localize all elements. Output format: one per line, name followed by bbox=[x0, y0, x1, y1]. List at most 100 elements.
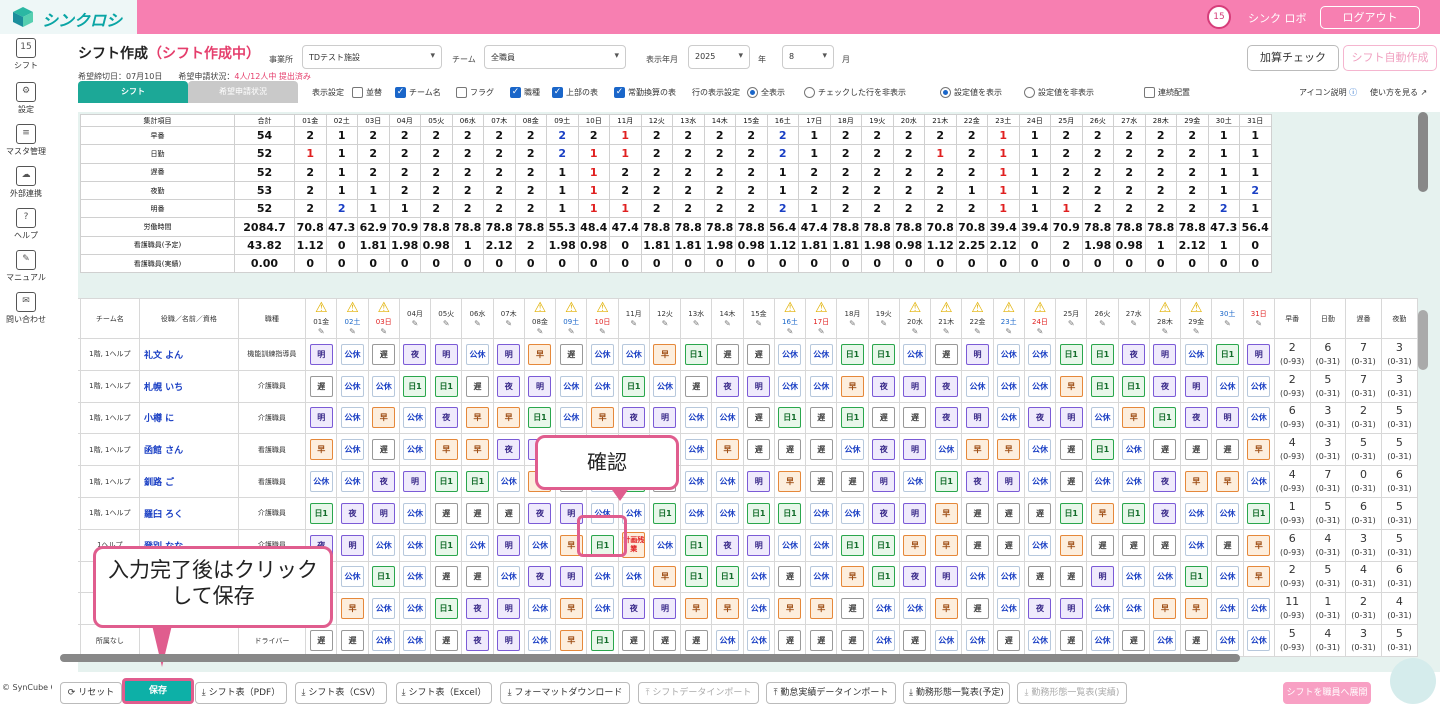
shift-cell[interactable]: 日1 bbox=[398, 369, 432, 403]
shift-cell[interactable]: 公休 bbox=[367, 624, 400, 657]
shift-badge[interactable]: 公休 bbox=[840, 502, 864, 524]
shift-cell[interactable]: 遅 bbox=[930, 338, 963, 371]
shift-cell[interactable]: 早 bbox=[1086, 496, 1119, 530]
shift-badge[interactable]: 遅 bbox=[465, 566, 489, 588]
shift-cell[interactable]: 公休 bbox=[1023, 465, 1057, 498]
shift-cell[interactable]: 早 bbox=[773, 465, 807, 498]
option-1[interactable]: ✓ チーム名 bbox=[395, 87, 441, 98]
warning-icon[interactable]: ⚠ bbox=[307, 301, 336, 316]
warning-icon[interactable]: ⚠ bbox=[557, 301, 586, 316]
shift-cell[interactable]: 公休 bbox=[711, 465, 744, 498]
shift-badge[interactable]: 夜 bbox=[872, 502, 896, 524]
shift-cell[interactable]: 公休 bbox=[992, 560, 1025, 594]
shift-badge[interactable]: 公休 bbox=[1247, 375, 1271, 397]
shift-badge[interactable]: 早 bbox=[372, 407, 396, 429]
shift-badge[interactable]: 公休 bbox=[997, 375, 1021, 397]
shift-badge[interactable]: 公休 bbox=[715, 502, 739, 524]
shift-badge[interactable]: 早 bbox=[840, 375, 864, 397]
pencil-icon[interactable]: ✎ bbox=[869, 319, 898, 328]
shift-cell[interactable]: 公休 bbox=[1117, 433, 1150, 467]
warning-icon[interactable]: ⚠ bbox=[588, 301, 617, 316]
shift-badge[interactable]: 遅 bbox=[1090, 534, 1114, 556]
warning-icon[interactable]: ⚠ bbox=[369, 301, 398, 316]
shift-badge[interactable]: 早 bbox=[840, 566, 864, 588]
shift-cell[interactable]: 夜 bbox=[617, 592, 650, 626]
shift-cell[interactable]: 早 bbox=[773, 592, 807, 626]
option-0[interactable]: 並替 bbox=[352, 87, 382, 98]
shift-badge[interactable]: 夜 bbox=[1153, 502, 1177, 524]
warning-icon[interactable]: ⚠ bbox=[1025, 301, 1054, 316]
shift-cell[interactable]: 遅 bbox=[805, 433, 838, 467]
shift-badge[interactable]: 公休 bbox=[1247, 407, 1271, 429]
shift-cell[interactable]: 遅 bbox=[742, 433, 775, 467]
pencil-icon[interactable]: ✎ bbox=[713, 319, 742, 328]
shift-cell[interactable]: 日1 bbox=[648, 496, 682, 530]
shift-cell[interactable]: 日1 bbox=[930, 465, 963, 498]
shift-cell[interactable]: 公休 bbox=[398, 401, 432, 435]
shift-cell[interactable]: 夜 bbox=[961, 465, 994, 498]
shift-cell[interactable]: 公休 bbox=[648, 528, 682, 562]
shift-cell[interactable]: 日1 bbox=[430, 528, 463, 562]
shift-badge[interactable]: 日1 bbox=[1090, 343, 1114, 365]
shift-badge[interactable]: 夜 bbox=[497, 439, 521, 461]
shift-badge[interactable]: 早 bbox=[309, 439, 333, 461]
shift-badge[interactable]: 早 bbox=[465, 407, 489, 429]
shift-badge[interactable]: 遅 bbox=[684, 630, 708, 652]
shift-badge[interactable]: 明 bbox=[747, 375, 771, 397]
shift-cell[interactable]: 明 bbox=[742, 369, 775, 403]
shift-badge[interactable]: 遅 bbox=[309, 630, 333, 652]
shift-cell[interactable]: 夜 bbox=[336, 496, 369, 530]
format-download-button[interactable]: ⤓ フォーマットダウンロード bbox=[500, 682, 630, 704]
shift-badge[interactable]: 公休 bbox=[684, 407, 708, 429]
shift-badge[interactable]: 日1 bbox=[872, 566, 896, 588]
shift-cell[interactable]: 日1 bbox=[461, 465, 494, 498]
shift-badge[interactable]: 公休 bbox=[1028, 375, 1052, 397]
shift-cell[interactable]: 公休 bbox=[523, 528, 557, 562]
shift-badge[interactable]: 早 bbox=[653, 343, 677, 365]
shift-badge[interactable]: 公休 bbox=[340, 566, 364, 588]
shift-badge[interactable]: 公休 bbox=[997, 566, 1021, 588]
sidebar-item-database[interactable]: ≡ マスタ管理 bbox=[0, 124, 52, 157]
shift-badge[interactable]: 公休 bbox=[528, 534, 552, 556]
shift-cell[interactable]: 遅 bbox=[1023, 560, 1057, 594]
shift-cell[interactable]: 明 bbox=[336, 528, 369, 562]
sidebar-item-manual[interactable]: ✎ マニュアル bbox=[0, 250, 52, 283]
shift-cell[interactable]: 夜 bbox=[430, 401, 463, 435]
shift-cell[interactable]: 遅 bbox=[1055, 560, 1088, 594]
shift-cell[interactable]: 早 bbox=[1117, 401, 1150, 435]
shift-cell[interactable]: 公休 bbox=[336, 433, 369, 467]
shift-badge[interactable]: 遅 bbox=[1122, 534, 1146, 556]
shift-cell[interactable]: 夜 bbox=[523, 496, 557, 530]
shift-badge[interactable]: 早 bbox=[559, 630, 583, 652]
shift-badge[interactable]: 明 bbox=[965, 407, 989, 429]
shift-badge[interactable]: 公休 bbox=[1215, 502, 1239, 524]
shift-cell[interactable]: 公休 bbox=[961, 624, 994, 657]
pencil-icon[interactable]: ✎ bbox=[338, 327, 367, 336]
shift-badge[interactable]: 公休 bbox=[403, 439, 427, 461]
option-checkbox[interactable]: ✓ bbox=[614, 87, 625, 98]
pencil-icon[interactable]: ✎ bbox=[369, 327, 398, 336]
shift-badge[interactable]: 遅 bbox=[559, 343, 583, 365]
shift-cell[interactable]: 公休 bbox=[492, 560, 525, 594]
shift-badge[interactable]: 遅 bbox=[1028, 566, 1052, 588]
shift-cell[interactable]: 公休 bbox=[1023, 338, 1057, 371]
shift-badge[interactable]: 夜 bbox=[934, 407, 958, 429]
shift-badge[interactable]: 公休 bbox=[1122, 566, 1146, 588]
shift-badge[interactable]: 早 bbox=[1184, 598, 1208, 620]
shift-badge[interactable]: 公休 bbox=[809, 566, 833, 588]
shift-cell[interactable]: 早 bbox=[992, 433, 1025, 467]
shift-cell[interactable]: 公休 bbox=[680, 401, 713, 435]
shift-badge[interactable]: 日1 bbox=[872, 343, 896, 365]
warning-icon[interactable]: ⚠ bbox=[1150, 301, 1179, 316]
shift-badge[interactable]: 早 bbox=[684, 598, 708, 620]
shift-cell[interactable]: 夜 bbox=[898, 560, 932, 594]
shift-cell[interactable]: 公休 bbox=[930, 624, 963, 657]
shift-badge[interactable]: 夜 bbox=[1153, 471, 1177, 493]
shift-badge[interactable]: 日1 bbox=[528, 407, 552, 429]
shift-cell[interactable]: 遅 bbox=[1055, 465, 1088, 498]
shift-cell[interactable]: 公休 bbox=[1242, 592, 1275, 626]
shift-badge[interactable]: 遅 bbox=[340, 630, 364, 652]
shift-cell[interactable]: 公休 bbox=[586, 369, 619, 403]
shift-csv-button[interactable]: ⤓ シフト表（CSV） bbox=[295, 682, 387, 704]
shift-badge[interactable]: 日1 bbox=[1059, 502, 1083, 524]
